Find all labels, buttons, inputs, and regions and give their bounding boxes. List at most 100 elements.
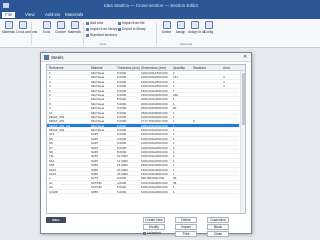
block-button[interactable]: Block	[207, 224, 229, 230]
vertical-scrollbar[interactable]	[240, 71, 245, 213]
table-cell: 2500.000x5000.000	[141, 106, 168, 111]
table-cell: 4	[49, 84, 51, 89]
table-cell: 5.0000	[117, 114, 127, 119]
table-cell: 5.0000	[117, 75, 127, 80]
materials-2-icon	[70, 21, 79, 29]
print-button[interactable]: Print	[175, 231, 197, 237]
table-cell: 1	[173, 88, 175, 93]
import-button[interactable]: Import	[175, 224, 197, 230]
menu-add-ins[interactable]: Add-ins	[42, 12, 63, 18]
table-cell: 1000.000x2000.000	[141, 150, 168, 155]
table-body: 1 Mild Steel 5.0000 1000.000x1500.000 2 2 Mild…	[47, 71, 239, 194]
export-icon	[118, 27, 121, 31]
column-header[interactable]: Dimensions (mm)	[141, 66, 166, 70]
column-header[interactable]: Reference	[49, 66, 64, 70]
table-cell: 4	[223, 75, 225, 80]
delete-button[interactable]: Delete	[175, 217, 197, 223]
table-cell: 5.0000	[117, 101, 127, 106]
column-header[interactable]: Area	[223, 66, 230, 70]
table-cell: 10	[49, 110, 53, 115]
table-cell: SF1	[49, 132, 55, 137]
column-header[interactable]: Material	[91, 66, 102, 70]
ribbon-materials-button[interactable]: Materials	[2, 21, 15, 41]
table-cell: Mild Steel	[91, 128, 105, 133]
table-cell: 1	[173, 101, 175, 106]
table-cell: S275	[91, 176, 99, 181]
sections-icon	[86, 33, 89, 37]
table-cell: S355	[91, 189, 99, 194]
ribbon-custom-button[interactable]: Custom	[54, 21, 67, 41]
table-cell: A2	[49, 185, 53, 190]
assign-all-icon	[190, 21, 199, 29]
table-cell: 5	[49, 88, 51, 93]
ribbon-export-library[interactable]: Export to library	[118, 27, 146, 32]
table-cell: A1	[49, 180, 53, 185]
ribbon-import-file[interactable]: Import from file	[118, 21, 145, 26]
ribbon: Materials Cross-sections Tools Custom Ma…	[0, 19, 320, 48]
table-cell: 5.0000	[117, 84, 127, 89]
table-cell: 1500.000x2000.000	[141, 128, 168, 133]
create-new-button[interactable]: Create New	[143, 217, 165, 223]
ribbon-import-library[interactable]: Import from library	[86, 27, 118, 32]
close-button[interactable]: Close	[207, 231, 229, 237]
column-header[interactable]: Thickness (mm)	[117, 66, 140, 70]
table-cell: 500.000x500.000	[141, 176, 165, 181]
idea-statica-logo: IDEA	[46, 217, 66, 223]
scrollbar-thumb[interactable]	[242, 73, 245, 125]
table-cell: 5.0000	[117, 141, 127, 146]
table-cell: 1980.000x3000.000	[141, 123, 168, 128]
table-cell: 5.0000	[117, 92, 127, 97]
table-cell: 1000.000x2000.000	[141, 114, 168, 119]
materials-icon	[4, 21, 13, 29]
table-cell: 5.0000	[117, 189, 127, 194]
ribbon-assign-button[interactable]: Assign	[174, 21, 187, 41]
table-cell: 1000.000x2500.000	[141, 79, 168, 84]
ribbon-add-new[interactable]: Add new	[86, 21, 103, 26]
import-icon	[86, 27, 89, 31]
column-header[interactable]: Quantity	[173, 66, 185, 70]
ribbon-materials-2-button[interactable]: Materials	[68, 21, 81, 41]
table-cell: 8	[49, 101, 51, 106]
table-cell: 6	[49, 92, 51, 97]
checkbox-box[interactable]	[143, 231, 146, 235]
table-cell: Mild Steel	[91, 119, 105, 124]
table-cell: 1000.000x2000.000	[141, 180, 168, 185]
table-cell: 2	[173, 71, 175, 75]
modify-button[interactable]: Modify	[143, 224, 165, 230]
column-header[interactable]: Standard	[193, 66, 206, 70]
unlimited-checkbox[interactable]: Unlimited	[143, 231, 161, 235]
table-cell: 1	[173, 97, 175, 102]
menu-materials[interactable]: Materials	[62, 12, 86, 18]
table-cell: 2	[49, 176, 51, 181]
table-cell: 1717.750x2027.000	[141, 119, 168, 124]
ribbon-standard-sections[interactable]: Standard sections	[86, 33, 117, 38]
ribbon-config-button[interactable]: Config	[202, 21, 215, 41]
menu-file[interactable]: File	[2, 12, 16, 18]
ribbon-assign-all-button[interactable]: Assign to all	[188, 21, 205, 41]
table-cell: 1000.000x2000.000	[141, 141, 168, 146]
steels-table: Reference Material Thickness (mm) Dimens…	[46, 64, 246, 214]
table-cell: 1	[173, 145, 175, 150]
table-cell: 1250.000x2500.000	[141, 84, 168, 89]
table-cell: Mild Steel	[91, 97, 105, 102]
table-row[interactable]: COMP S355 5.0000 1000.000x2000.000 1	[47, 190, 239, 194]
menu-view[interactable]: View	[22, 12, 38, 18]
ribbon-delete-button[interactable]: Delete	[160, 21, 173, 41]
table-cell: S235	[91, 145, 99, 150]
table-cell: S355	[91, 163, 99, 168]
quick-access-icon[interactable]	[3, 3, 9, 8]
table-cell: 1	[173, 189, 175, 194]
customize-button[interactable]: Customize	[207, 217, 229, 223]
table-cell: S55	[49, 163, 55, 168]
table-cell: 1000.000x2000.000	[141, 75, 168, 80]
ribbon-cross-sections-button[interactable]: Cross-sections	[16, 21, 37, 41]
close-icon[interactable]: ✕	[243, 54, 247, 60]
table-cell: S102	[49, 167, 57, 172]
ribbon-tools-button[interactable]: Tools	[40, 21, 53, 41]
table-cell: 5.0000	[117, 71, 127, 75]
table-cell: 1500.000x3000.000	[141, 92, 168, 97]
table-cell: 1	[173, 136, 175, 141]
table-cell: 7	[49, 97, 51, 102]
table-cell: S103	[49, 171, 57, 176]
ribbon-separator	[31, 22, 32, 45]
